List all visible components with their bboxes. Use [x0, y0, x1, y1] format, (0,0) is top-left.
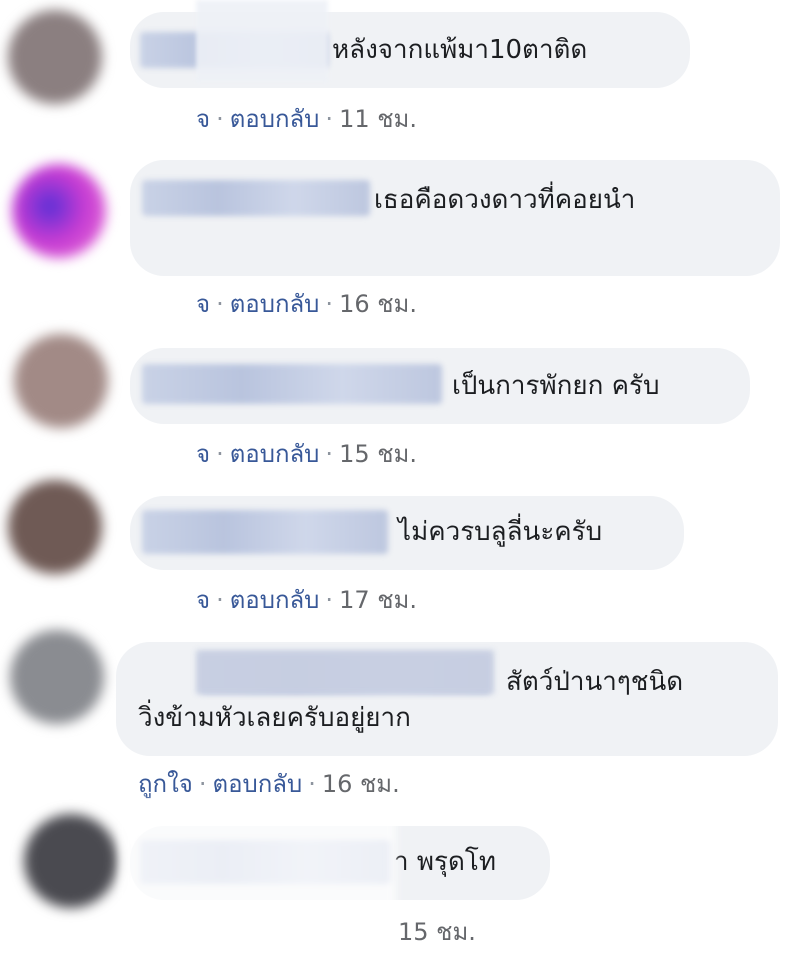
comment-text: ไม่ควรบลูลี่นะครับ	[398, 517, 603, 547]
comment-text: เธอคือดวงดาวที่คอยนำ	[374, 185, 636, 215]
comment-bubble: เป็นการพักยก ครับ	[130, 348, 750, 424]
timestamp[interactable]: 17 ชม.	[339, 586, 417, 614]
like-link[interactable]: จ	[196, 440, 210, 468]
separator-dot: ·	[325, 440, 334, 468]
comment-actions: ถูกใจ · ตอบกลับ · 16 ชม.	[138, 764, 400, 803]
comment-actions: จ · ตอบกลับ · 17 ชม.	[196, 580, 417, 619]
like-link[interactable]: จ	[196, 105, 210, 133]
comment-text: หลังจากแพ้มา10ตาติด	[332, 35, 588, 65]
avatar[interactable]	[24, 814, 118, 908]
comment-text-line-1: สัตว์ป่านาๆชนิด	[506, 667, 684, 697]
comment-actions: จ · ตอบกลับ · 15 ชม.	[196, 434, 417, 473]
separator-dot: ·	[325, 105, 334, 133]
timestamp[interactable]: 16 ชม.	[322, 770, 400, 798]
like-link[interactable]: จ	[196, 290, 210, 318]
separator-dot: ·	[308, 770, 316, 798]
reply-link[interactable]: ตอบกลับ	[230, 105, 320, 133]
timestamp[interactable]: 15 ชม.	[339, 440, 417, 468]
comment-bubble: เธอคือดวงดาวที่คอยนำ	[130, 160, 780, 276]
reply-link[interactable]: ตอบกลับ	[212, 770, 302, 798]
like-link[interactable]: ถูกใจ	[138, 770, 193, 798]
comment-text: เป็นการพักยก ครับ	[452, 371, 660, 401]
privacy-mask	[120, 800, 396, 950]
reply-link[interactable]: ตอบกลับ	[230, 586, 320, 614]
separator-dot: ·	[198, 770, 207, 798]
timestamp[interactable]: 15 ชม.	[398, 918, 476, 946]
timestamp[interactable]: 16 ชม.	[339, 290, 417, 318]
comment-thread: หลังจากแพ้มา10ตาติด จ · ตอบกลับ · 11 ชม. เธอ…	[0, 0, 800, 969]
separator-dot: ·	[216, 290, 224, 318]
reply-link[interactable]: ตอบกลับ	[230, 290, 320, 318]
comment-bubble: ไม่ควรบลูลี่นะครับ	[130, 496, 684, 570]
comment-actions: จ · ตอบกลับ · 11 ชม.	[196, 99, 417, 138]
separator-dot: ·	[325, 290, 334, 318]
comment-actions: จ · ตอบกลับ · 16 ชม.	[196, 284, 417, 323]
privacy-mask	[0, 0, 196, 694]
separator-dot: ·	[216, 440, 224, 468]
reply-link[interactable]: ตอบกลับ	[230, 440, 320, 468]
separator-dot: ·	[216, 586, 224, 614]
privacy-mask	[196, 650, 494, 694]
privacy-mask	[196, 0, 328, 82]
comment-actions: 15 ชม.	[398, 912, 476, 951]
comment-text-line-2: วิ่งข้ามหัวเลยครับอยู่ยาก	[138, 703, 411, 733]
separator-dot: ·	[325, 586, 334, 614]
separator-dot: ·	[216, 105, 224, 133]
timestamp[interactable]: 11 ชม.	[339, 105, 417, 133]
like-link[interactable]: จ	[196, 586, 210, 614]
comment-text: า พรุดโท	[394, 847, 496, 877]
